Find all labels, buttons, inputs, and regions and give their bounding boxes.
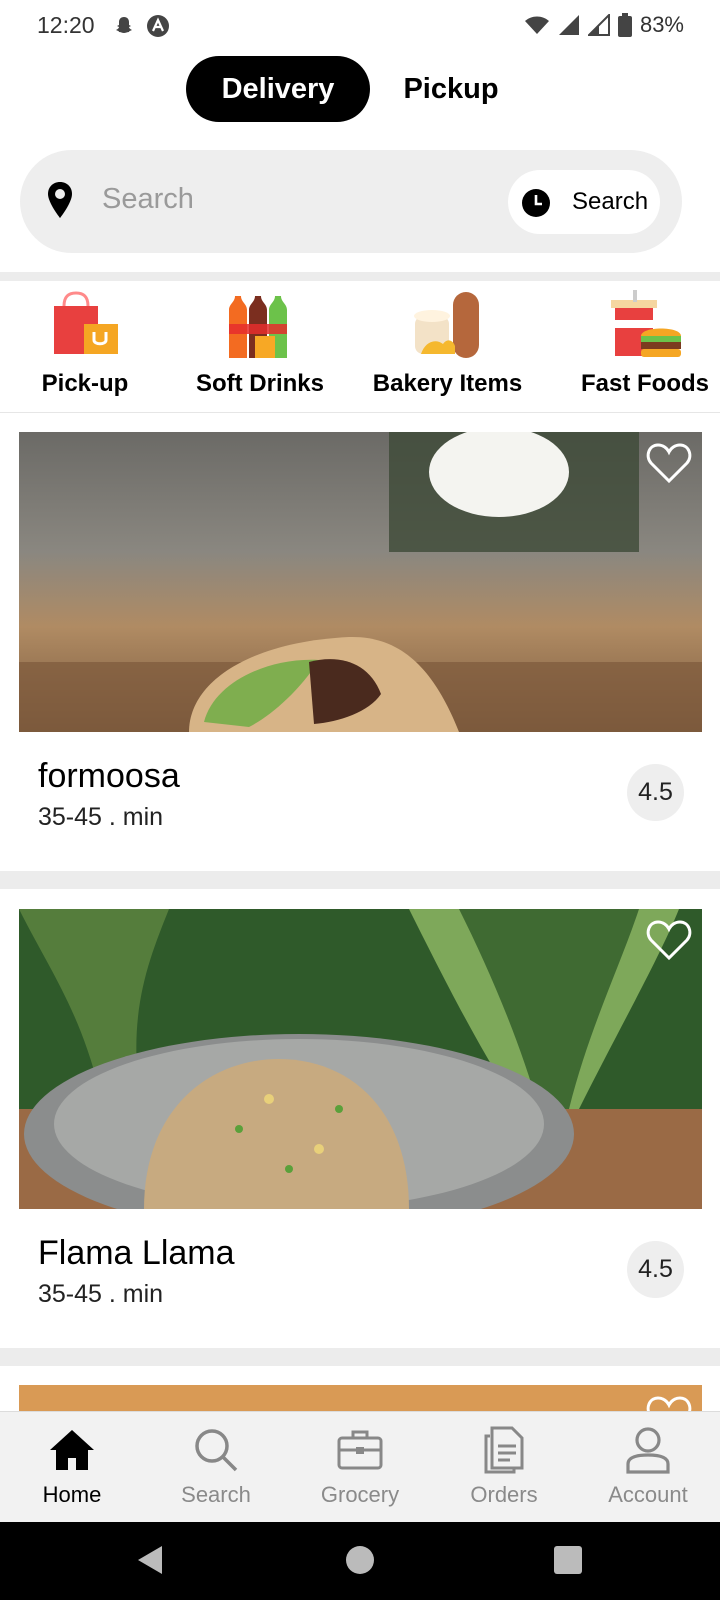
nav-label: Orders — [470, 1482, 538, 1507]
nav-orders[interactable]: Orders — [432, 1412, 576, 1522]
category-pick-up[interactable]: Pick-up — [30, 290, 140, 405]
briefcase-icon — [337, 1430, 383, 1470]
status-indicators: 83% — [524, 12, 684, 38]
card-divider — [0, 871, 720, 889]
battery-icon — [617, 13, 632, 37]
pickup-tab[interactable]: Pickup — [376, 56, 526, 122]
card-divider — [0, 1348, 720, 1366]
home-button-icon[interactable] — [342, 1542, 378, 1578]
category-divider — [0, 412, 720, 413]
rating-badge: 4.5 — [627, 1241, 684, 1298]
category-fast-foods[interactable]: Fast Foods — [570, 290, 720, 405]
nav-label: Account — [608, 1482, 688, 1507]
schedule-search-button[interactable]: Search — [508, 170, 660, 234]
soda-bottles-icon — [229, 296, 287, 358]
category-bakery-items[interactable]: Bakery Items — [365, 290, 530, 405]
cell-signal-weak-icon — [587, 14, 610, 36]
back-icon[interactable] — [132, 1542, 168, 1578]
nav-account[interactable]: Account — [576, 1412, 720, 1522]
shopping-bags-icon — [54, 291, 118, 354]
search-bar[interactable]: Search Search — [20, 150, 682, 253]
nav-home[interactable]: Home — [0, 1412, 144, 1522]
section-divider — [0, 272, 720, 281]
nav-label: Grocery — [320, 1482, 400, 1507]
restaurant-image[interactable] — [19, 909, 702, 1209]
category-label: Fast Foods — [580, 370, 709, 397]
documents-icon — [484, 1426, 524, 1474]
nav-label: Search — [181, 1482, 251, 1507]
status-time: 12:20 — [37, 12, 95, 38]
category-soft-drinks[interactable]: Soft Drinks — [180, 290, 340, 405]
wifi-icon — [524, 16, 549, 34]
food-photo-wrap — [19, 909, 702, 1209]
cell-signal-icon — [558, 15, 579, 35]
nav-search[interactable]: Search — [144, 1412, 288, 1522]
search-icon — [195, 1429, 238, 1472]
user-icon — [626, 1427, 670, 1474]
system-navigation-bar — [0, 1522, 720, 1600]
schedule-search-label: Search — [572, 188, 649, 215]
location-pin-icon — [48, 182, 72, 218]
app-notification-icon — [147, 15, 169, 37]
category-label: Bakery Items — [372, 370, 523, 397]
recents-icon[interactable] — [550, 1542, 586, 1578]
rating-badge: 4.5 — [627, 764, 684, 821]
restaurant-name[interactable]: Flama Llama — [38, 1234, 235, 1273]
restaurant-name[interactable]: formoosa — [38, 757, 180, 796]
battery-percent: 83% — [639, 12, 684, 37]
delivery-time: 35-45 . min — [38, 803, 164, 831]
restaurant-image[interactable] — [19, 1385, 702, 1411]
burger-drink-icon — [611, 290, 681, 357]
food-photo-wrap — [19, 432, 702, 732]
home-icon — [50, 1430, 94, 1470]
favorite-heart-icon[interactable] — [646, 1395, 692, 1411]
nav-grocery[interactable]: Grocery — [288, 1412, 432, 1522]
delivery-mode-toggle: Delivery Pickup — [186, 56, 526, 122]
status-bar: 12:20 83% — [0, 0, 720, 52]
bread-icon — [413, 292, 479, 358]
favorite-heart-icon[interactable] — [646, 919, 692, 961]
category-label: Soft Drinks — [195, 370, 324, 397]
favorite-heart-icon[interactable] — [646, 442, 692, 484]
restaurant-image[interactable] — [19, 432, 702, 732]
delivery-tab[interactable]: Delivery — [186, 56, 370, 122]
clock-icon — [522, 189, 550, 217]
category-label: Pick-up — [41, 370, 129, 397]
snapchat-icon — [116, 17, 132, 33]
search-input[interactable]: Search — [102, 183, 194, 216]
nav-label: Home — [42, 1482, 102, 1507]
delivery-time: 35-45 . min — [38, 1280, 164, 1308]
bottom-navigation: Home Search Grocery Orders Account — [0, 1411, 720, 1522]
